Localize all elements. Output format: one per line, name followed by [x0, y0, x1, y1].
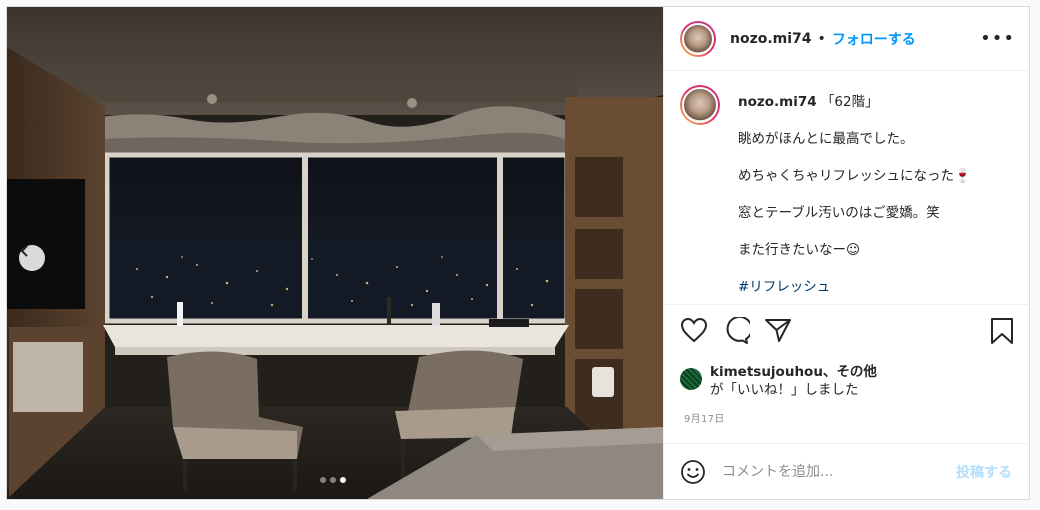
avatar[interactable] [680, 20, 716, 57]
liker-avatar[interactable] [680, 368, 702, 390]
emoji-icon[interactable] [680, 459, 706, 485]
caption-line: めちゃくちゃリフレッシュになった🍷 [738, 168, 971, 184]
carousel-dot [320, 477, 326, 483]
carousel-prev-button[interactable] [19, 245, 45, 271]
username-link[interactable]: nozo.mi74 [730, 31, 812, 47]
caption-line: 窓とテーブル汚いのはご愛嬌。笑 [738, 205, 940, 221]
comment-input[interactable] [720, 462, 934, 481]
carousel-indicator [320, 477, 346, 483]
separator-dot: • [817, 30, 826, 47]
likes-summary: kimetsujouhou、その他 が「いいね！」しました [680, 363, 877, 399]
share-icon[interactable] [764, 317, 792, 343]
caption-avatar[interactable] [680, 85, 720, 125]
carousel-dot [330, 477, 336, 483]
caption-line: また行きたいなー☺ [738, 242, 861, 258]
post-side-panel: nozo.mi74 • フォローする ••• nozo.mi74 「62階」 眺… [663, 7, 1029, 499]
post-comment-button[interactable]: 投稿する [956, 462, 1012, 482]
action-bar [664, 304, 1028, 354]
follow-button[interactable]: フォローする [832, 29, 916, 49]
more-options-icon[interactable]: ••• [980, 28, 1015, 49]
caption-text: nozo.mi74 「62階」 眺めがほんとに最高でした。 めちゃくちゃリフレッ… [738, 85, 971, 296]
post-date[interactable]: 9月17日 [684, 410, 725, 425]
liker-username[interactable]: kimetsujouhou、 [710, 364, 836, 380]
caption-title: 「62階」 [820, 94, 879, 110]
caption-area: nozo.mi74 「62階」 眺めがほんとに最高でした。 めちゃくちゃリフレッ… [664, 71, 1028, 303]
post-frame: nozo.mi74 • フォローする ••• nozo.mi74 「62階」 眺… [6, 6, 1030, 500]
hotel-room-photo [7, 7, 663, 499]
heart-icon[interactable] [680, 317, 708, 343]
carousel-dot-active [340, 477, 346, 483]
bookmark-icon[interactable] [990, 317, 1014, 345]
comment-bar: 投稿する [664, 443, 1028, 499]
comment-icon[interactable] [722, 317, 750, 345]
chevron-left-icon [20, 245, 28, 257]
post-photo[interactable] [7, 7, 663, 499]
post-header: nozo.mi74 • フォローする ••• [664, 7, 1029, 71]
likes-others-link[interactable]: その他 [836, 364, 877, 380]
likes-suffix: が「いいね！」しました [710, 382, 859, 398]
hashtag-link[interactable]: #リフレッシュ [738, 278, 971, 296]
caption-username[interactable]: nozo.mi74 [738, 94, 817, 110]
caption-line: 眺めがほんとに最高でした。 [738, 131, 914, 147]
